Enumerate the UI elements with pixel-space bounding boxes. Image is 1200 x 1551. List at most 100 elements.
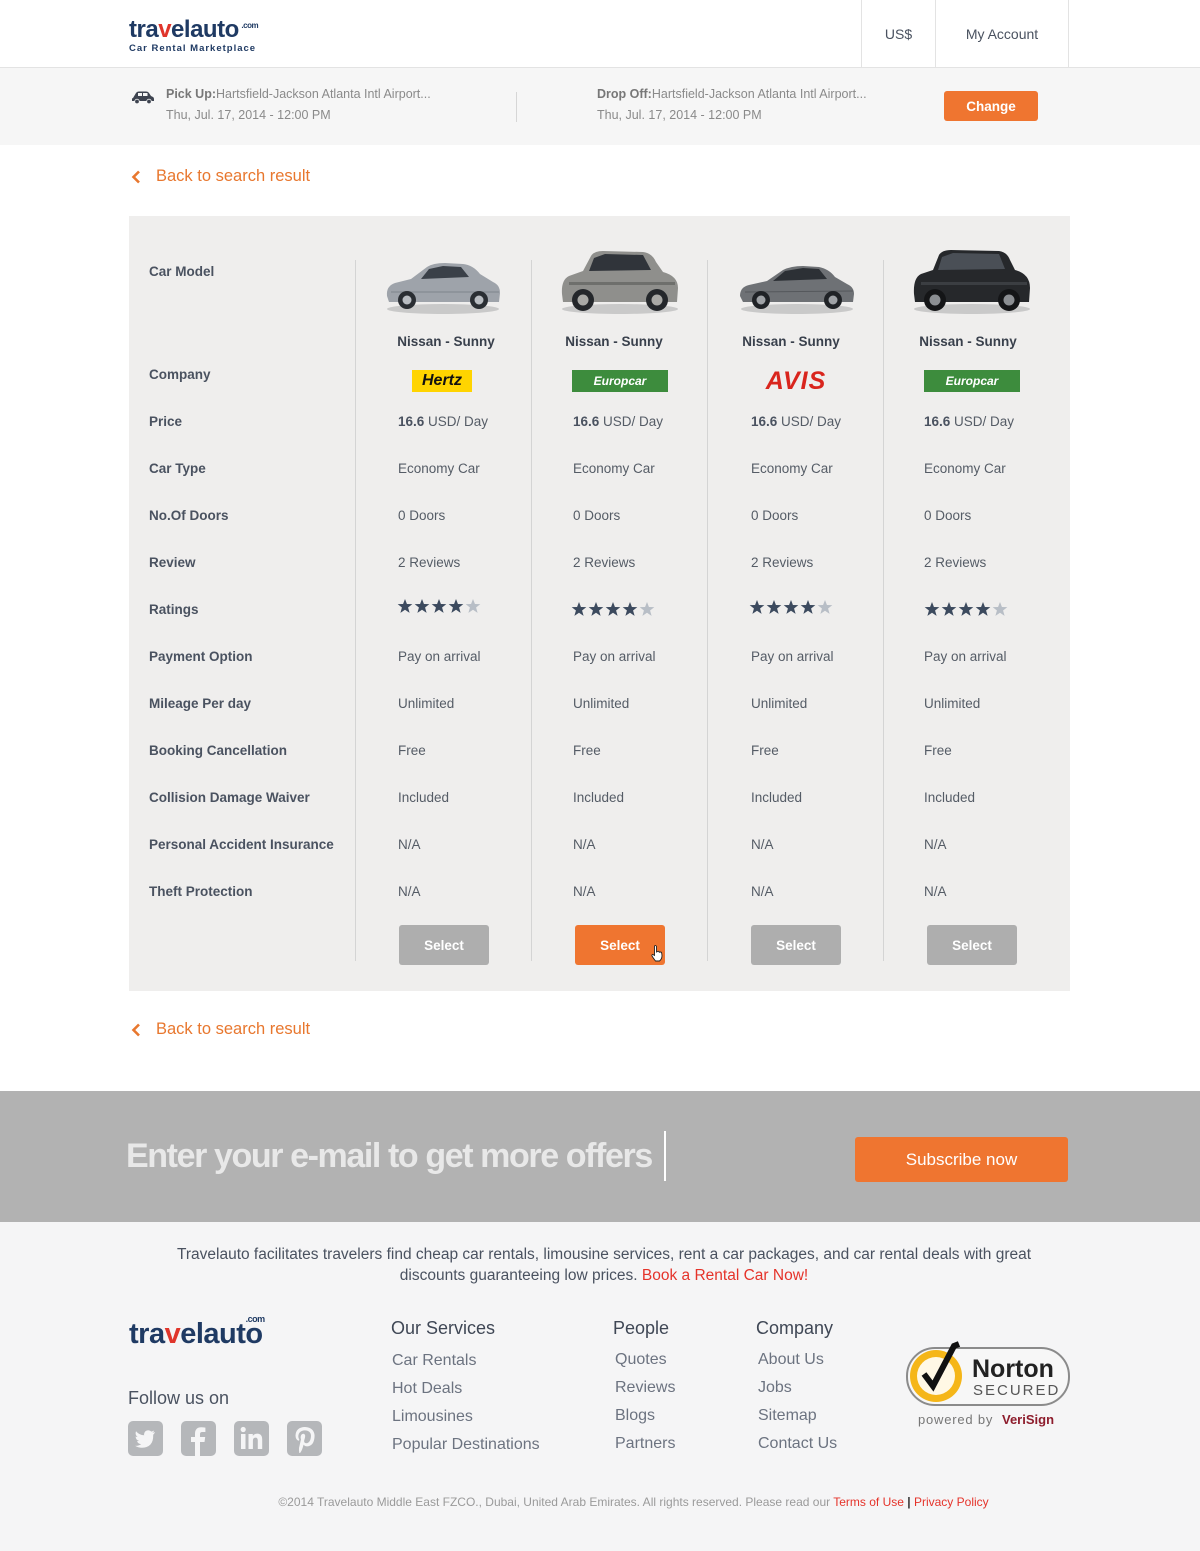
rating-stars <box>924 601 1008 617</box>
car-image-coupe[interactable] <box>737 256 857 316</box>
car-image-suv-silver[interactable] <box>559 246 681 316</box>
linkedin-icon[interactable] <box>234 1421 269 1456</box>
star-filled-icon <box>749 600 765 614</box>
footer-link-quotes[interactable]: Quotes <box>615 1351 667 1369</box>
footer-link-contact-us[interactable]: Contact Us <box>758 1435 837 1453</box>
theft-cell: N/A <box>924 884 947 899</box>
label-company: Company <box>149 367 211 382</box>
star-filled-icon <box>448 599 464 613</box>
label-cdw: Collision Damage Waiver <box>149 790 310 805</box>
footer-link-partners[interactable]: Partners <box>615 1435 675 1453</box>
footer-link-blogs[interactable]: Blogs <box>615 1407 655 1425</box>
reviews-cell[interactable]: 2 Reviews <box>398 555 460 570</box>
theft-cell: N/A <box>751 884 774 899</box>
mileage-cell: Unlimited <box>751 696 808 711</box>
label-pai: Personal Accident Insurance <box>149 837 334 852</box>
car-image-suv-black[interactable] <box>911 246 1033 316</box>
star-filled-icon <box>622 602 638 616</box>
select-car-button[interactable]: Select <box>751 925 841 965</box>
twitter-icon[interactable] <box>128 1421 163 1456</box>
footer-link-hot-deals[interactable]: Hot Deals <box>392 1380 462 1398</box>
mileage-cell: Unlimited <box>924 696 981 711</box>
car-name: Nissan - Sunny <box>565 334 663 349</box>
footer-link-car-rentals[interactable]: Car Rentals <box>392 1352 476 1370</box>
footer-link-popular-destinations[interactable]: Popular Destinations <box>392 1436 540 1454</box>
footer-logo[interactable]: travelauto .com <box>129 1314 265 1351</box>
pai-cell: N/A <box>573 837 596 852</box>
label-car-type: Car Type <box>149 461 206 476</box>
change-search-button[interactable]: Change <box>944 91 1038 121</box>
car-name: Nissan - Sunny <box>397 334 495 349</box>
price-cell: 16.6 USD/ Day <box>924 414 1015 429</box>
search-summary-bar: Pick Up:Hartsfield-Jackson Atlanta Intl … <box>0 68 1200 145</box>
about-text: Travelauto facilitates travelers find ch… <box>176 1246 1032 1284</box>
reviews-cell[interactable]: 2 Reviews <box>924 555 986 570</box>
newsletter-banner: Subscribe now <box>0 1091 1200 1222</box>
back-link-label: Back to search result <box>156 167 311 185</box>
label-car-model: Car Model <box>149 264 215 279</box>
back-to-results-link[interactable]: Back to search result <box>131 1020 310 1039</box>
terms-of-use-link[interactable]: Terms of Use <box>833 1495 904 1509</box>
doors-cell: 0 Doors <box>924 508 972 523</box>
company-heading: Company <box>756 1318 834 1338</box>
follow-us-heading: Follow us on <box>128 1388 230 1408</box>
reviews-cell[interactable]: 2 Reviews <box>573 555 635 570</box>
column-divider <box>883 260 884 961</box>
norton-secured-badge[interactable]: Norton SECURED powered by VeriSign <box>906 1336 1076 1431</box>
facebook-icon[interactable] <box>181 1421 216 1456</box>
privacy-policy-link[interactable]: Privacy Policy <box>914 1495 989 1509</box>
footer-link-limousines[interactable]: Limousines <box>392 1408 473 1426</box>
price-cell: 16.6 USD/ Day <box>398 414 489 429</box>
car-image-sedan[interactable] <box>383 252 503 316</box>
europcar-logo: Europcar <box>572 370 668 392</box>
cancellation-cell: Free <box>924 743 952 758</box>
cancellation-cell: Free <box>398 743 426 758</box>
logo-wordmark: travelauto .com <box>129 16 259 43</box>
reviews-cell[interactable]: 2 Reviews <box>751 555 813 570</box>
currency-selector[interactable]: US$ <box>861 0 935 68</box>
select-car-button[interactable]: Select <box>927 925 1017 965</box>
star-empty-icon <box>465 599 481 613</box>
label-theft: Theft Protection <box>149 884 253 899</box>
label-mileage: Mileage Per day <box>149 696 252 711</box>
star-empty-icon <box>639 602 655 616</box>
star-empty-icon <box>817 600 833 614</box>
back-to-results-link[interactable]: Back to search result <box>131 167 310 186</box>
europcar-logo: Europcar <box>924 370 1020 392</box>
car-name: Nissan - Sunny <box>919 334 1017 349</box>
cancellation-cell: Free <box>751 743 779 758</box>
footer-link-about-us[interactable]: About Us <box>758 1351 824 1369</box>
pinterest-icon[interactable] <box>287 1421 322 1456</box>
footer-link-sitemap[interactable]: Sitemap <box>758 1407 817 1425</box>
pai-cell: N/A <box>398 837 421 852</box>
column-divider <box>707 260 708 961</box>
avis-logo: AVIS <box>765 366 827 395</box>
dropoff-datetime: Thu, Jul. 17, 2014 - 12:00 PM <box>597 108 762 122</box>
select-car-button[interactable]: Select <box>399 925 489 965</box>
people-heading: People <box>613 1318 670 1338</box>
logo-tagline: Car Rental Marketplace <box>129 43 257 54</box>
pai-cell: N/A <box>924 837 947 852</box>
hertz-logo: Hertz <box>412 370 472 392</box>
cancellation-cell: Free <box>573 743 601 758</box>
norton-secured-text: SECURED <box>973 1382 1060 1399</box>
footer-link-reviews[interactable]: Reviews <box>615 1379 675 1397</box>
doors-cell: 0 Doors <box>398 508 446 523</box>
verisign-wordmark: VeriSign <box>1002 1412 1054 1427</box>
back-link-label: Back to search result <box>156 1020 311 1038</box>
doors-cell: 0 Doors <box>751 508 799 523</box>
star-filled-icon <box>766 600 782 614</box>
book-rental-link[interactable]: Book a Rental Car Now! <box>642 1267 808 1284</box>
star-filled-icon <box>397 599 413 613</box>
travelauto-logo[interactable]: travelauto .com Car Rental Marketplace <box>129 16 259 55</box>
footer-link-jobs[interactable]: Jobs <box>758 1379 792 1397</box>
newsletter-email-input[interactable] <box>126 1131 666 1181</box>
star-filled-icon <box>431 599 447 613</box>
my-account-link[interactable]: My Account <box>935 0 1069 68</box>
label-price: Price <box>149 414 183 429</box>
doors-cell: 0 Doors <box>573 508 621 523</box>
norton-powered-by: powered by <box>918 1412 993 1427</box>
star-filled-icon <box>571 602 587 616</box>
subscribe-button[interactable]: Subscribe now <box>855 1137 1068 1182</box>
column-divider <box>531 260 532 961</box>
